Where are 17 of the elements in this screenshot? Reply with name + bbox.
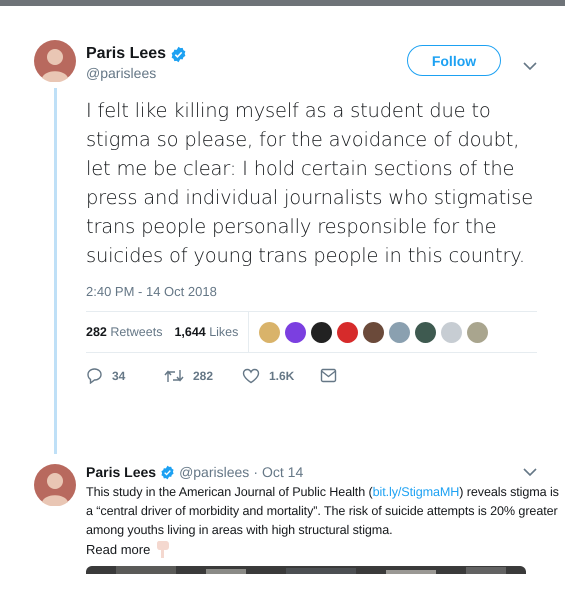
author-handle[interactable]: @parislees (86, 65, 407, 81)
author-name[interactable]: Paris Lees (86, 45, 166, 63)
separator: · (253, 464, 258, 480)
action-count: 34 (112, 368, 126, 382)
tweet-date[interactable]: Oct 14 (262, 464, 304, 480)
timestamp[interactable]: 2:40 PM - 14 Oct 2018 (86, 284, 565, 299)
action-count: 1.6K (269, 368, 294, 382)
follow-button[interactable]: Follow (407, 45, 501, 76)
tweet-text: This study in the American Journal of Public Health (bit.ly/StigmaMH) reveals stigma is a “central driver of morbidity and mortality”. The risk of suicide attempts is 20% greater among youths living in areas with high structural stigma. (86, 484, 559, 539)
author-handle[interactable]: @parislees (179, 464, 250, 480)
link[interactable]: bit.ly/StigmaMH (372, 485, 460, 499)
read-more-text[interactable]: Read more (86, 542, 150, 557)
stat-count[interactable]: 1,644 Likes (174, 325, 238, 339)
tweet-text: I felt like killing myself as a student due to stigma so please, for the avoidance of doubt, let me be clear: I hold certain sections of the press and individual journalists who stigmatise trans people personally responsible for the suicides of young trans people in this country. (86, 98, 534, 269)
author-name[interactable]: Paris Lees (86, 464, 156, 480)
action-count: 282 (193, 368, 214, 382)
stat-count[interactable]: 282 Retweets (86, 325, 162, 339)
